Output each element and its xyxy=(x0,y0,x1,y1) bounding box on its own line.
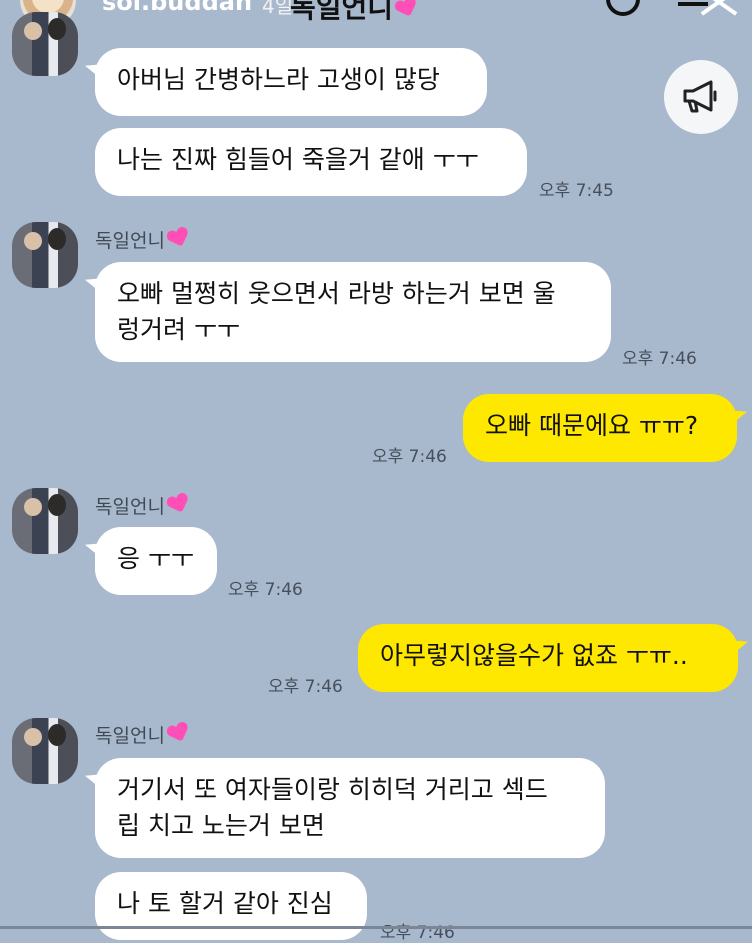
message-bubble[interactable]: 응 ㅜㅜ xyxy=(95,527,217,595)
message-time: 오후 7:46 xyxy=(268,677,343,697)
message-time: 오후 7:45 xyxy=(539,181,614,201)
heart-icon xyxy=(394,0,420,22)
avatar[interactable] xyxy=(12,488,78,554)
sender-name: 독일언니 xyxy=(95,492,189,519)
message-bubble[interactable]: 오빠 멀쩡히 웃으면서 라방 하는거 보면 울 렁거려 ㅜㅜ xyxy=(95,262,611,362)
my-message-bubble[interactable]: 오빠 때문에요 ㅠㅠ? xyxy=(463,394,737,462)
heart-icon xyxy=(166,492,192,518)
avatar[interactable] xyxy=(12,718,78,784)
message-bubble[interactable]: 거기서 또 여자들이랑 히히덕 거리고 섹드 립 치고 노는거 보면 xyxy=(95,758,605,858)
announce-button[interactable] xyxy=(664,60,738,134)
sender-name: 독일언니 xyxy=(95,226,189,253)
my-message-bubble[interactable]: 아무렇지않을수가 없죠 ㅜㅠ.. xyxy=(358,624,738,692)
story-username[interactable]: sol.buddan xyxy=(102,0,252,16)
close-icon[interactable] xyxy=(696,0,740,18)
sender-name: 독일언니 xyxy=(95,721,189,748)
chat-title: 독일언니 xyxy=(290,0,417,26)
message-bubble[interactable]: 아버님 간병하느라 고생이 많당 xyxy=(95,48,487,116)
avatar[interactable] xyxy=(12,222,78,288)
message-bubble[interactable]: 나 토 할거 같아 진심 xyxy=(95,872,367,940)
story-elapsed: 4일 xyxy=(262,0,294,18)
megaphone-icon xyxy=(683,80,717,113)
avatar[interactable] xyxy=(12,12,78,76)
message-time: 오후 7:46 xyxy=(380,923,455,943)
message-time: 오후 7:46 xyxy=(622,349,697,369)
message-time: 오후 7:46 xyxy=(372,447,447,467)
heart-icon xyxy=(166,721,192,747)
message-time: 오후 7:46 xyxy=(228,580,303,600)
message-bubble[interactable]: 나는 진짜 힘들어 죽을거 같애 ㅜㅜ xyxy=(95,128,527,196)
heart-icon xyxy=(166,226,192,252)
